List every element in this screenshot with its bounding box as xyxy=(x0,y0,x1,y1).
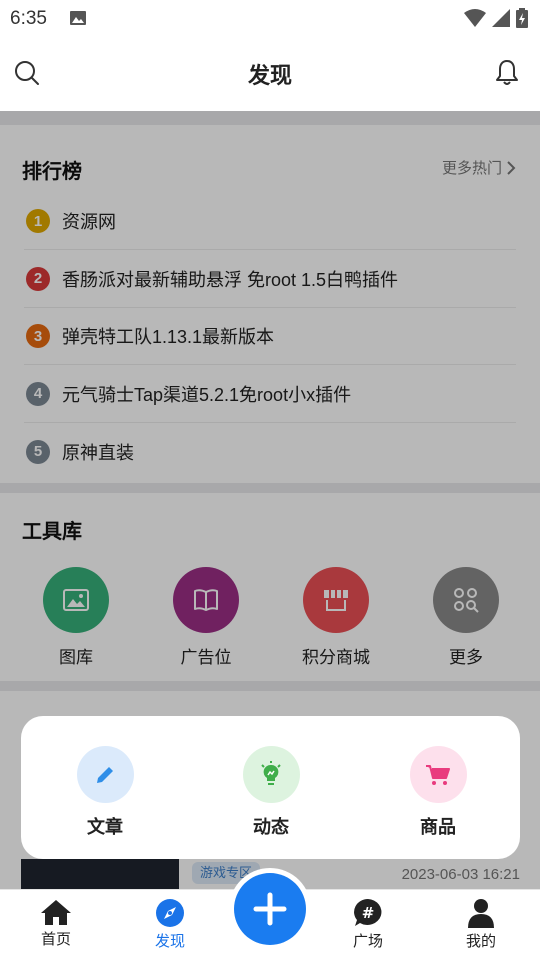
svg-text:#: # xyxy=(362,904,375,922)
nav-label-me: 我的 xyxy=(465,933,496,950)
nav-item-discover[interactable]: 发现 xyxy=(130,898,210,951)
user-icon xyxy=(468,899,494,928)
popup-option-label: 文章 xyxy=(87,817,123,837)
cart-icon xyxy=(409,746,467,803)
compass-icon xyxy=(156,899,184,927)
nav-item-square[interactable]: # 广场 xyxy=(328,898,408,951)
app-header: 发现 xyxy=(0,36,540,111)
wifi-icon xyxy=(464,9,486,27)
status-time: 6:35 xyxy=(10,8,47,29)
nav-label-home: 首页 xyxy=(40,931,71,948)
plus-icon xyxy=(253,892,287,926)
image-notification-icon xyxy=(70,11,86,25)
hashtag-chat-icon: # xyxy=(354,899,382,926)
nav-item-me[interactable]: 我的 xyxy=(441,898,521,951)
battery-icon xyxy=(516,8,528,28)
bulb-icon xyxy=(242,746,300,803)
bell-icon[interactable] xyxy=(494,58,520,86)
popup-option[interactable]: 文章 xyxy=(45,746,165,839)
popup-option-label: 商品 xyxy=(420,817,456,837)
popup-option[interactable]: 动态 xyxy=(211,746,331,839)
popup-option-label: 动态 xyxy=(253,817,289,837)
nav-label-discover: 发现 xyxy=(154,933,185,950)
home-icon xyxy=(41,900,71,925)
publish-popup: 文章 动态 商品 xyxy=(21,716,520,859)
nav-label-square: 广场 xyxy=(352,933,383,950)
signal-icon xyxy=(492,9,510,27)
nav-item-home[interactable]: 首页 xyxy=(16,898,96,949)
page-title: 发现 xyxy=(247,63,292,88)
popup-option[interactable]: 商品 xyxy=(378,746,498,839)
status-icons xyxy=(464,8,528,28)
add-post-button[interactable] xyxy=(234,873,306,945)
pencil-icon xyxy=(76,746,134,803)
status-bar: 6:35 xyxy=(0,0,540,36)
